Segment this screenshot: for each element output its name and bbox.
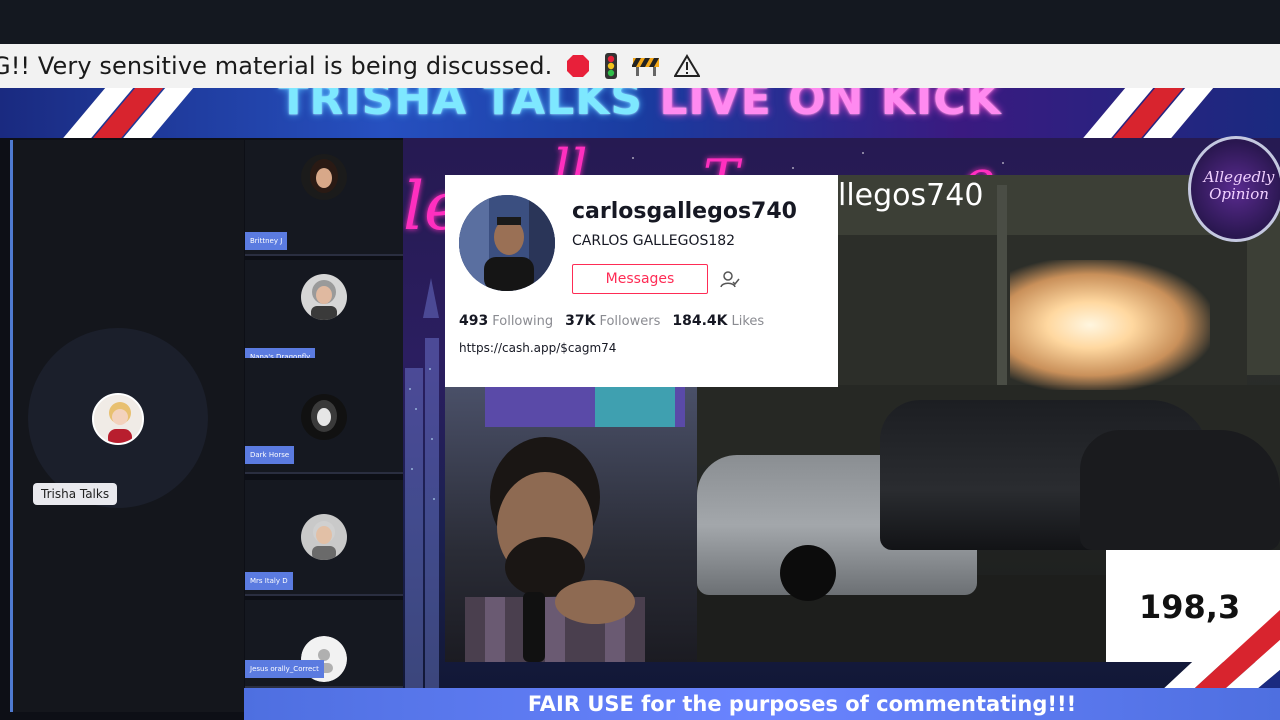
- host-webcam: [445, 387, 697, 662]
- fair-use-text: FAIR USE for the purposes of commentatin…: [527, 692, 1077, 716]
- messages-button[interactable]: Messages: [572, 264, 708, 294]
- participant-tile[interactable]: Dark Horse: [245, 358, 403, 474]
- banner-title-part2: LIVE ON KICK: [659, 88, 1002, 125]
- participant-label: Jesus orally_Correct: [245, 660, 324, 678]
- likes-label: Likes: [731, 314, 765, 329]
- followers-stat[interactable]: 37K Followers: [565, 313, 660, 329]
- follow-user-icon[interactable]: [717, 267, 741, 291]
- followers-count: 37K: [565, 313, 596, 329]
- participant-tile[interactable]: Brittney J: [245, 140, 403, 256]
- participant-avatar: [301, 274, 347, 320]
- participant-tiles: Brittney J Nana's Dragonfly Dark Horse M…: [245, 140, 403, 688]
- allegedly-badge-logo: Allegedly Opinion: [1188, 136, 1280, 242]
- stream-screen: G!! Very sensitive material is being dis…: [0, 0, 1280, 720]
- following-label: Following: [492, 314, 554, 329]
- likes-stat: 184.4K Likes: [672, 313, 764, 329]
- video-handle-overlay: llegos740: [838, 178, 984, 213]
- stop-sign-icon: [566, 54, 590, 78]
- car-wheel: [780, 545, 836, 601]
- participant-tile[interactable]: Jesus orally_Correct: [245, 600, 403, 688]
- profile-avatar[interactable]: [459, 195, 555, 291]
- participant-avatar: [301, 394, 347, 440]
- ticker-text: G!! Very sensitive material is being dis…: [0, 52, 553, 80]
- profile-username: carlosgallegos740: [572, 199, 797, 224]
- warning-icon: [674, 54, 701, 78]
- likes-count: 184.4K: [672, 313, 728, 329]
- participant-label: Mrs Italy D: [245, 572, 293, 590]
- following-count: 493: [459, 313, 489, 329]
- following-stat[interactable]: 493 Following: [459, 313, 553, 329]
- banner-title: TRISHA TALKS LIVE ON KICK: [0, 88, 1280, 125]
- participant-avatar: [301, 154, 347, 200]
- followers-label: Followers: [599, 314, 661, 329]
- participant-label: Dark Horse: [245, 446, 295, 464]
- participant-tile[interactable]: Mrs Italy D: [245, 480, 403, 596]
- speaker-avatar[interactable]: [92, 393, 144, 445]
- construction-barrier-icon: [632, 55, 660, 77]
- fire-glow: [1010, 260, 1210, 390]
- profile-nickname: CARLOS GALLEGOS182: [572, 233, 736, 249]
- warning-ticker: G!! Very sensitive material is being dis…: [0, 44, 1280, 88]
- profile-stats: 493 Following 37K Followers 184.4K Likes: [459, 313, 764, 329]
- participant-label: Brittney J: [245, 232, 288, 250]
- banner-title-part1: TRISHA TALKS: [278, 88, 644, 125]
- profile-link[interactable]: https://cash.app/$cagm74: [459, 341, 616, 355]
- traffic-light-icon: [604, 53, 618, 79]
- top-bar: [0, 0, 1280, 44]
- speaker-name-label: Trisha Talks: [33, 483, 118, 505]
- badge-lettering: Allegedly Opinion: [1203, 168, 1275, 203]
- dark-car: [1080, 430, 1280, 550]
- tiktok-profile-card: carlosgallegos740 CARLOS GALLEGOS182 Mes…: [445, 175, 838, 387]
- fair-use-banner: FAIR USE for the purposes of commentatin…: [244, 688, 1280, 720]
- ticker-icons: [566, 53, 701, 79]
- participant-avatar: [301, 514, 347, 560]
- stream-title-banner: TRISHA TALKS LIVE ON KICK: [0, 88, 1280, 138]
